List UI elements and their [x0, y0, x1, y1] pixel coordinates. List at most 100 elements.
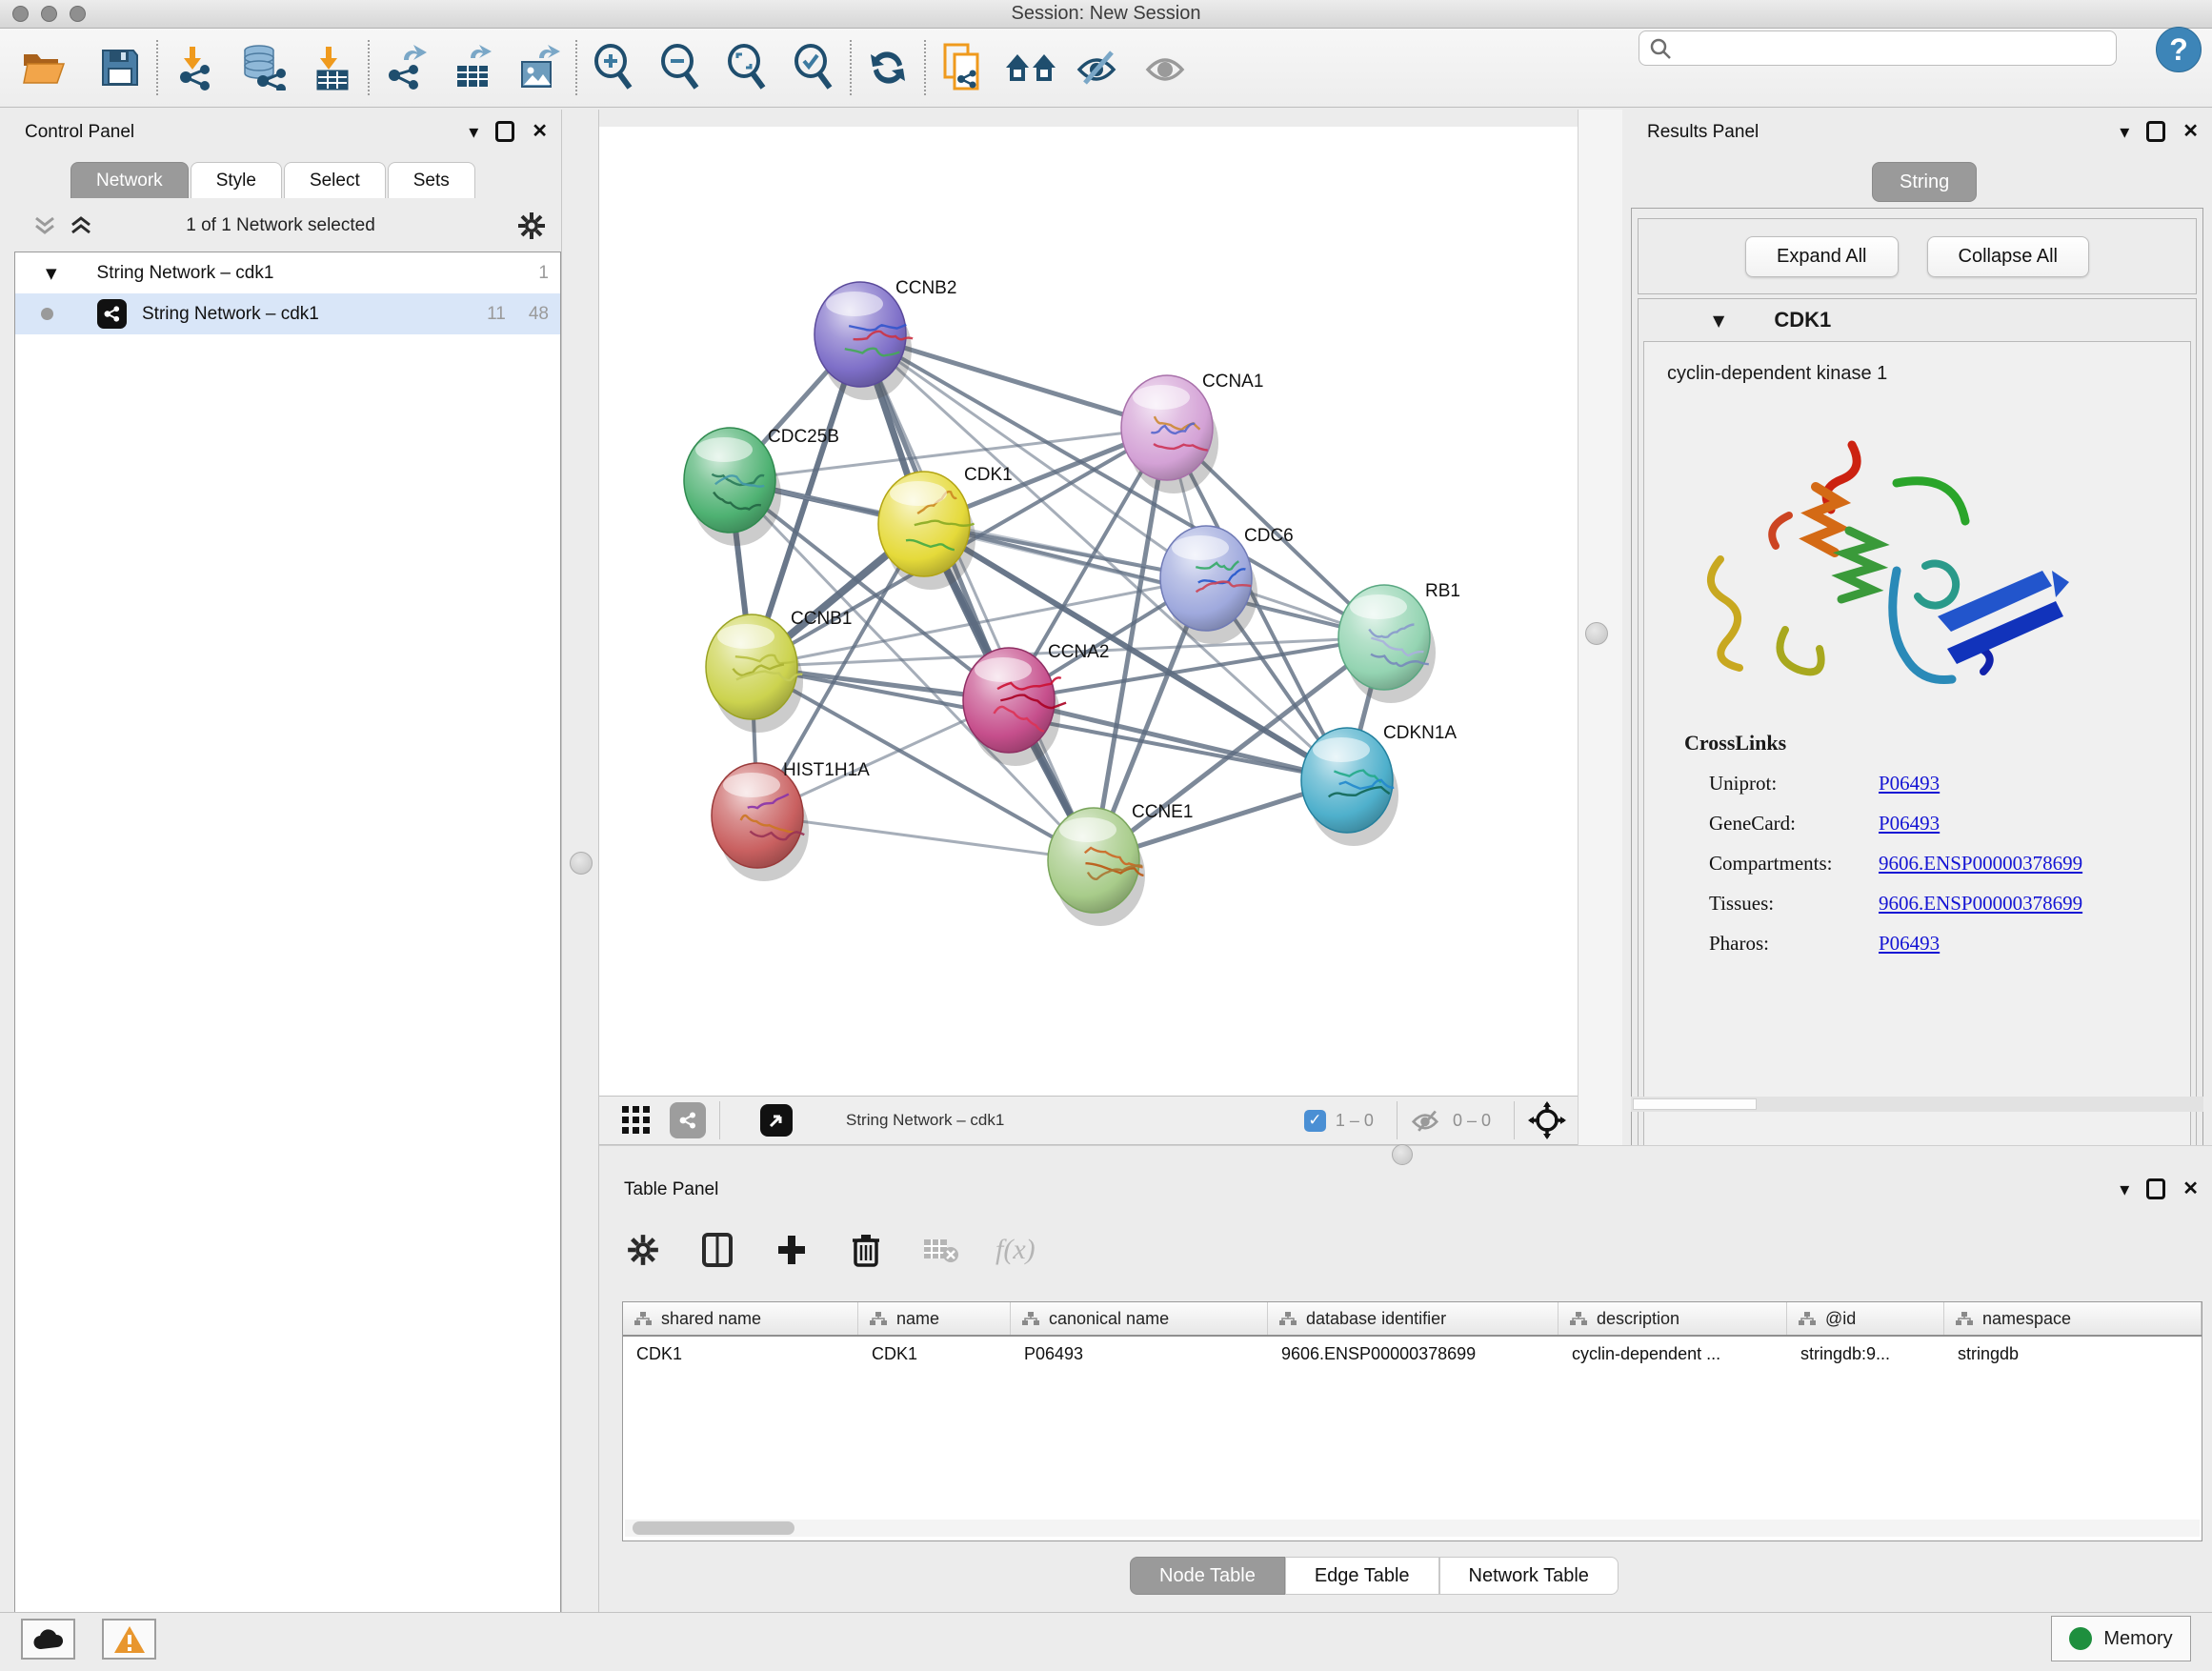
import-network-database-button[interactable]: [236, 41, 290, 94]
gene-expander-icon[interactable]: ▼: [1713, 312, 1724, 330]
edge-CCNB2-CCNE1[interactable]: [860, 334, 1094, 860]
save-session-button[interactable]: [93, 41, 147, 94]
column-header-namespace[interactable]: namespace: [1944, 1302, 2202, 1335]
tab-network-table[interactable]: Network Table: [1439, 1557, 1619, 1595]
control-panel-menu-icon[interactable]: ▾: [469, 120, 478, 143]
cell-id[interactable]: stringdb:9...: [1787, 1337, 1944, 1371]
right-divider-handle[interactable]: [1585, 622, 1608, 645]
zoom-out-button[interactable]: [654, 41, 707, 94]
tissues-link[interactable]: 9606.ENSP00000378699: [1879, 892, 2082, 916]
table-settings-gear-icon[interactable]: [624, 1231, 662, 1269]
birds-eye-view-button[interactable]: [760, 1104, 793, 1137]
string-network-graph[interactable]: CCNB2CCNA1CDC25BCDK1CDC6RB1CCNB1CCNA2CDK…: [599, 127, 1578, 1096]
tab-edge-table[interactable]: Edge Table: [1285, 1557, 1439, 1595]
network-collection-row[interactable]: ▼ String Network – cdk1 1: [15, 252, 560, 293]
network-options-gear-icon[interactable]: [517, 211, 546, 240]
collection-expander-icon[interactable]: ▼: [46, 265, 57, 282]
column-header-sharedname[interactable]: shared name: [623, 1302, 858, 1335]
toolbar-search-field[interactable]: [1639, 30, 2117, 66]
import-network-icon: [172, 45, 216, 91]
table-panel-title: Table Panel: [624, 1179, 718, 1200]
network-canvas[interactable]: CCNB2CCNA1CDC25BCDK1CDC6RB1CCNB1CCNA2CDK…: [599, 127, 1578, 1096]
expand-all-button[interactable]: Expand All: [1745, 236, 1899, 277]
show-hidden-button[interactable]: [1141, 41, 1195, 94]
column-tree-icon: [1956, 1311, 1973, 1326]
node-label-cdk1: CDK1: [964, 465, 1013, 485]
tab-network[interactable]: Network: [70, 162, 189, 198]
uniprot-link[interactable]: P06493: [1879, 772, 1940, 795]
cell-sharedname[interactable]: CDK1: [623, 1337, 858, 1371]
apply-layout-button[interactable]: [861, 41, 915, 94]
left-panel-divider[interactable]: [561, 110, 599, 1612]
warning-icon: [113, 1625, 146, 1654]
control-panel-close-button[interactable]: ✕: [532, 119, 548, 143]
compartments-link[interactable]: 9606.ENSP00000378699: [1879, 852, 2082, 876]
export-network-button[interactable]: [379, 41, 432, 94]
zoom-selected-button[interactable]: [787, 41, 840, 94]
table-horizontal-scrollbar[interactable]: [625, 1520, 2200, 1537]
export-image-button[interactable]: [513, 41, 566, 94]
tab-style[interactable]: Style: [191, 162, 282, 198]
selected-checkbox-icon[interactable]: ✓: [1304, 1110, 1326, 1132]
node-gloss: [1313, 737, 1370, 762]
column-header-description[interactable]: description: [1558, 1302, 1787, 1335]
table-panel-divider[interactable]: [599, 1145, 2212, 1167]
left-divider-handle[interactable]: [570, 852, 593, 875]
column-header-name[interactable]: name: [858, 1302, 1011, 1335]
genecard-link[interactable]: P06493: [1879, 812, 1940, 836]
tab-node-table[interactable]: Node Table: [1130, 1557, 1285, 1595]
results-panel-float-button[interactable]: [2146, 121, 2165, 142]
tab-string[interactable]: String: [1872, 162, 1977, 202]
table-panel-menu-icon[interactable]: ▾: [2120, 1178, 2129, 1200]
import-table-button[interactable]: [305, 41, 358, 94]
table-divider-handle[interactable]: [1392, 1144, 1413, 1165]
cell-name[interactable]: CDK1: [858, 1337, 1011, 1371]
hide-selected-button[interactable]: [1073, 41, 1126, 94]
cell-description[interactable]: cyclin-dependent ...: [1558, 1337, 1787, 1371]
collapse-all-button[interactable]: Collapse All: [1927, 236, 2090, 277]
zoom-fit-button[interactable]: [720, 41, 774, 94]
table-panel-close-button[interactable]: ✕: [2182, 1177, 2199, 1200]
help-button[interactable]: ?: [2156, 27, 2202, 72]
footer-separator: [1514, 1101, 1515, 1139]
column-header-id[interactable]: @id: [1787, 1302, 1944, 1335]
warnings-button[interactable]: [102, 1619, 156, 1660]
open-session-button[interactable]: [17, 41, 70, 94]
results-panel-menu-icon[interactable]: ▾: [2120, 120, 2129, 143]
cell-canonicalname[interactable]: P06493: [1011, 1337, 1268, 1371]
grid-view-icon[interactable]: [620, 1104, 654, 1137]
show-columns-icon[interactable]: [698, 1231, 736, 1269]
network-row[interactable]: String Network – cdk1 11 48: [15, 293, 560, 334]
fit-content-crosshair-icon[interactable]: [1528, 1101, 1566, 1139]
table-panel-float-button[interactable]: [2146, 1178, 2165, 1199]
results-scrollbar-thumb[interactable]: [1633, 1098, 1757, 1110]
tab-sets[interactable]: Sets: [388, 162, 475, 198]
import-network-file-button[interactable]: [168, 41, 221, 94]
delete-column-trash-icon[interactable]: [847, 1231, 885, 1269]
create-column-plus-icon[interactable]: [773, 1231, 811, 1269]
column-tree-icon: [1799, 1311, 1816, 1326]
results-scrollbar[interactable]: [1631, 1097, 2203, 1112]
column-header-canonicalname[interactable]: canonical name: [1011, 1302, 1268, 1335]
results-panel-close-button[interactable]: ✕: [2182, 119, 2199, 143]
show-all-networks-button[interactable]: [1004, 41, 1057, 94]
memory-button[interactable]: Memory: [2051, 1616, 2191, 1661]
pharos-link[interactable]: P06493: [1879, 932, 1940, 956]
export-table-button[interactable]: [446, 41, 499, 94]
table-scrollbar-thumb[interactable]: [633, 1521, 794, 1535]
gene-section: ▼ CDK1 cyclin-dependent kinase 1: [1638, 298, 2197, 1201]
tab-select[interactable]: Select: [284, 162, 386, 198]
table-row[interactable]: CDK1CDK1P064939606.ENSP00000378699cyclin…: [623, 1337, 2202, 1371]
zoom-selected-icon: [792, 44, 835, 91]
network-view-icon[interactable]: [670, 1102, 706, 1138]
cloud-status-button[interactable]: [21, 1619, 75, 1660]
column-header-databaseidentifier[interactable]: database identifier: [1268, 1302, 1558, 1335]
network-type-icon: [97, 299, 127, 329]
zoom-in-button[interactable]: [587, 41, 640, 94]
right-panel-divider[interactable]: [1578, 110, 1622, 1167]
cell-databaseidentifier[interactable]: 9606.ENSP00000378699: [1268, 1337, 1558, 1371]
search-input[interactable]: [1679, 38, 2116, 58]
cell-namespace[interactable]: stringdb: [1944, 1337, 2202, 1371]
clone-network-button[interactable]: [935, 41, 989, 94]
control-panel-float-button[interactable]: [495, 121, 514, 142]
